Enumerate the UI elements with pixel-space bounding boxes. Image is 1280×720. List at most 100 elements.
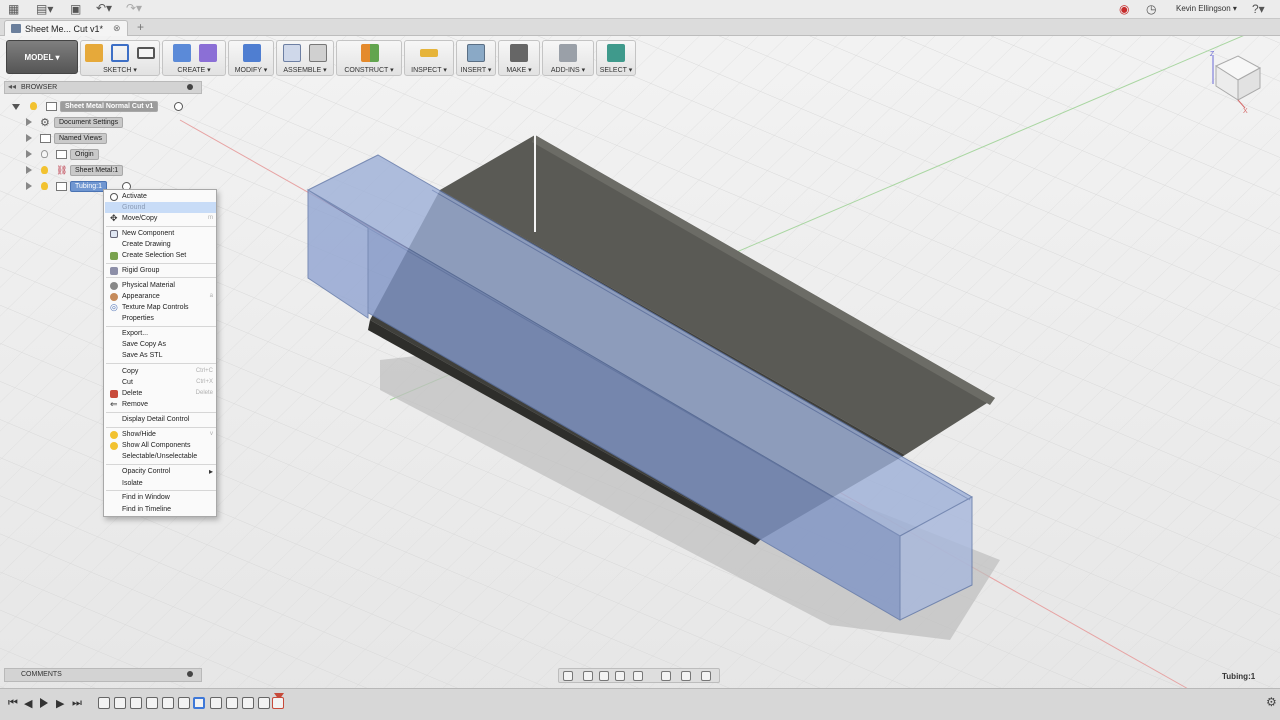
- document-tab[interactable]: Sheet Me... Cut v1* ⊗: [4, 20, 128, 36]
- menu-item-physical-material[interactable]: Physical Material: [105, 280, 216, 291]
- menu-item-create-selection-set[interactable]: Create Selection Set: [105, 250, 216, 261]
- assemble-component-icon[interactable]: [283, 44, 301, 62]
- menu-item-rigid-group[interactable]: Rigid Group: [105, 265, 216, 276]
- collapse-browser-icon[interactable]: ◂◂: [8, 82, 16, 91]
- create-pattern-icon[interactable]: [199, 44, 217, 62]
- visibility-bulb-icon[interactable]: [30, 102, 37, 110]
- inspect-measure-icon[interactable]: [420, 49, 438, 57]
- help-icon[interactable]: ?▾: [1252, 2, 1265, 16]
- menu-item-texture-map[interactable]: ◎ Texture Map Controls: [105, 302, 216, 313]
- toolbar-group-modify[interactable]: MODIFY ▾: [228, 40, 274, 76]
- menu-item-create-drawing[interactable]: Create Drawing: [105, 239, 216, 250]
- toolbar-group-sketch[interactable]: SKETCH ▾: [80, 40, 160, 76]
- tree-item-sheet-metal[interactable]: ⛓ Sheet Metal:1: [26, 165, 166, 177]
- timeline-feature[interactable]: [146, 697, 158, 709]
- save-icon[interactable]: ▣: [70, 2, 81, 16]
- menu-item-cut[interactable]: Cut Ctrl+X: [105, 377, 216, 388]
- timeline-feature[interactable]: [98, 697, 110, 709]
- toolbar-group-select[interactable]: SELECT ▾: [596, 40, 636, 76]
- tree-item-named-views[interactable]: Named Views: [26, 133, 166, 145]
- menu-item-save-as-stl[interactable]: Save As STL: [105, 350, 216, 361]
- toolbar-group-insert[interactable]: INSERT ▾: [456, 40, 496, 76]
- create-box-icon[interactable]: [173, 44, 191, 62]
- tubing-label[interactable]: Tubing:1: [70, 181, 107, 192]
- pan-hand-icon[interactable]: [599, 671, 609, 681]
- go-to-end-icon[interactable]: ⏭: [72, 697, 82, 710]
- timeline-feature[interactable]: [114, 697, 126, 709]
- timeline-feature[interactable]: [272, 697, 284, 709]
- addins-scripts-icon[interactable]: [559, 44, 577, 62]
- toolbar-group-create[interactable]: CREATE ▾: [162, 40, 226, 76]
- sheet-metal-label[interactable]: Sheet Metal:1: [70, 165, 124, 176]
- timeline-feature[interactable]: [130, 697, 142, 709]
- menu-item-copy[interactable]: Copy Ctrl+C: [105, 366, 216, 377]
- expand-icon[interactable]: [26, 150, 32, 158]
- comments-panel-header[interactable]: COMMENTS: [4, 668, 202, 682]
- sketch-pencil-icon[interactable]: [85, 44, 103, 62]
- new-tab-button[interactable]: +: [137, 20, 144, 34]
- app-grid-icon[interactable]: ▦: [8, 2, 19, 16]
- toolbar-group-assemble[interactable]: ASSEMBLE ▾: [276, 40, 334, 76]
- menu-item-save-copy-as[interactable]: Save Copy As: [105, 339, 216, 350]
- timeline-feature-selected[interactable]: [193, 697, 205, 709]
- menu-item-new-component[interactable]: New Component: [105, 228, 216, 239]
- sketch-rectangle-icon[interactable]: [137, 47, 155, 59]
- tree-item-document-settings[interactable]: ⚙ Document Settings: [26, 117, 166, 129]
- step-back-icon[interactable]: ◀: [24, 697, 32, 710]
- workspace-switcher[interactable]: MODEL ▾: [6, 40, 78, 74]
- look-at-icon[interactable]: [583, 671, 593, 681]
- toolbar-group-addins[interactable]: ADD-INS ▾: [542, 40, 594, 76]
- menu-item-find-in-window[interactable]: Find in Window: [105, 492, 216, 503]
- display-settings-icon[interactable]: [661, 671, 671, 681]
- expand-icon[interactable]: [26, 118, 32, 126]
- menu-item-export[interactable]: Export...: [105, 328, 216, 339]
- menu-item-find-in-timeline[interactable]: Find in Timeline: [105, 504, 216, 515]
- visibility-bulb-icon[interactable]: [41, 166, 48, 174]
- orbit-icon[interactable]: [563, 671, 573, 681]
- timeline-feature[interactable]: [210, 697, 222, 709]
- sketch-line-icon[interactable]: [111, 44, 129, 62]
- redo-icon[interactable]: ↷▾: [126, 1, 142, 15]
- step-forward-icon[interactable]: ▶: [56, 697, 64, 710]
- named-views-label[interactable]: Named Views: [54, 133, 108, 144]
- fit-zoom-icon[interactable]: [633, 671, 643, 681]
- document-settings-label[interactable]: Document Settings: [54, 117, 124, 128]
- select-cursor-icon[interactable]: [607, 44, 625, 62]
- record-icon[interactable]: ◉: [1119, 2, 1129, 16]
- assemble-joint-icon[interactable]: [309, 44, 327, 62]
- menu-item-properties[interactable]: Properties: [105, 313, 216, 324]
- menu-item-ground[interactable]: Ground: [105, 202, 216, 213]
- menu-item-activate[interactable]: Activate: [105, 191, 216, 202]
- browser-pin-icon[interactable]: [187, 84, 193, 90]
- origin-label[interactable]: Origin: [70, 149, 99, 160]
- browser-panel-header[interactable]: ◂◂ BROWSER: [4, 81, 202, 94]
- viewports-icon[interactable]: [701, 671, 711, 681]
- menu-item-opacity-control[interactable]: Opacity Control ▸: [105, 466, 216, 477]
- play-icon[interactable]: [40, 698, 48, 708]
- menu-item-remove[interactable]: ⇐ Remove: [105, 399, 216, 410]
- menu-item-show-all[interactable]: Show All Components: [105, 440, 216, 451]
- modify-press-pull-icon[interactable]: [243, 44, 261, 62]
- user-menu[interactable]: Kevin Ellingson ▾: [1176, 4, 1237, 13]
- expand-icon[interactable]: [26, 166, 32, 174]
- menu-item-move-copy[interactable]: ✥ Move/Copy m: [105, 213, 216, 224]
- menu-item-appearance[interactable]: Appearance a: [105, 291, 216, 302]
- zoom-icon[interactable]: [615, 671, 625, 681]
- expand-icon[interactable]: [26, 134, 32, 142]
- tree-root[interactable]: Sheet Metal Normal Cut v1: [12, 101, 192, 113]
- timeline-feature[interactable]: [226, 697, 238, 709]
- expand-icon[interactable]: [26, 182, 32, 190]
- insert-image-icon[interactable]: [467, 44, 485, 62]
- expand-root-icon[interactable]: [12, 104, 20, 110]
- go-to-start-icon[interactable]: ⏮: [8, 697, 18, 710]
- timeline-feature[interactable]: [178, 697, 190, 709]
- comments-pin-icon[interactable]: [187, 671, 193, 677]
- timeline-settings-gear-icon[interactable]: ⚙: [1266, 695, 1277, 709]
- visibility-bulb-icon[interactable]: [41, 150, 48, 158]
- file-menu-icon[interactable]: ▤▾: [36, 2, 53, 16]
- timeline-feature[interactable]: [258, 697, 270, 709]
- grid-settings-icon[interactable]: [681, 671, 691, 681]
- visibility-bulb-icon[interactable]: [41, 182, 48, 190]
- menu-item-display-detail[interactable]: Display Detail Control: [105, 414, 216, 425]
- tree-item-origin[interactable]: Origin: [26, 149, 166, 161]
